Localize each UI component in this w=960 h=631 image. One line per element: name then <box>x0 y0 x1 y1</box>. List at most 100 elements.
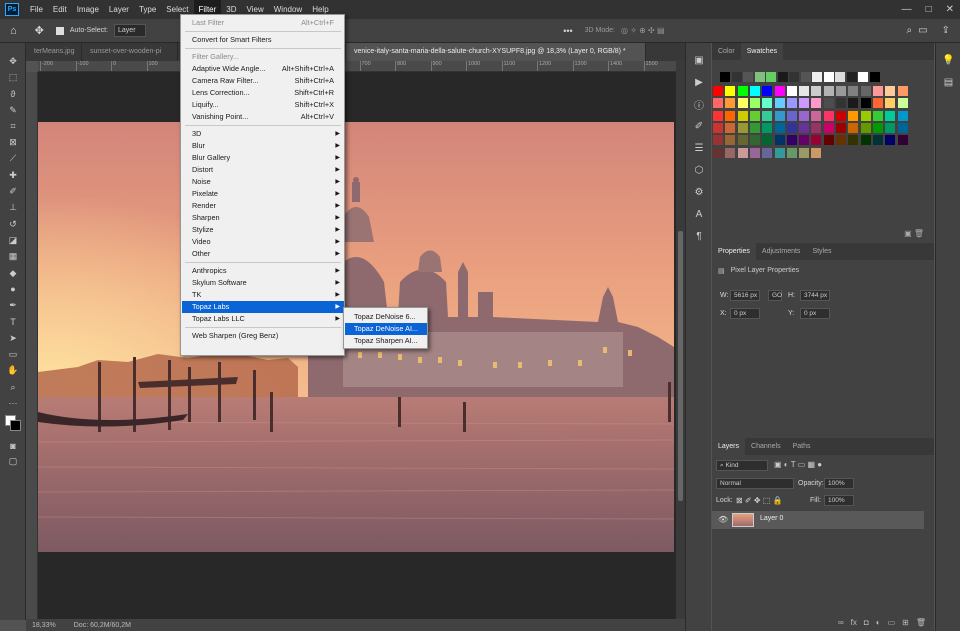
menu-edit[interactable]: Edit <box>48 0 72 19</box>
background-color-swatch[interactable] <box>10 419 21 431</box>
visibility-eye-icon[interactable]: 👁 <box>718 515 728 524</box>
recent-swatch[interactable] <box>731 72 742 82</box>
swatch[interactable] <box>823 135 834 146</box>
blur-tool-icon[interactable]: ◆ <box>0 265 26 281</box>
brush-tool-icon[interactable]: ✐ <box>0 183 26 199</box>
menu-item-sharpen[interactable]: Sharpen ▶ <box>182 212 344 224</box>
menu-item-web-sharpen-greg-benz[interactable]: Web Sharpen (Greg Benz) <box>182 330 344 342</box>
menu-file[interactable]: File <box>25 0 48 19</box>
swatch[interactable] <box>823 86 834 96</box>
menu-item-blur-gallery[interactable]: Blur Gallery ▶ <box>182 152 344 164</box>
history-brush-tool-icon[interactable]: ↺ <box>0 216 26 232</box>
tab-adjustments[interactable]: Adjustments <box>756 243 807 260</box>
swatch[interactable] <box>860 86 871 96</box>
recent-swatch[interactable] <box>846 72 857 82</box>
swatch[interactable] <box>885 98 896 109</box>
link-layers-icon[interactable]: ∞ <box>838 618 844 627</box>
eraser-tool-icon[interactable]: ◪ <box>0 232 26 248</box>
height-field[interactable]: 3744 px <box>800 290 830 301</box>
opacity-field[interactable]: 100% <box>824 478 854 489</box>
swatch[interactable] <box>860 110 871 121</box>
swatch[interactable] <box>713 98 723 109</box>
tab-sunset[interactable]: sunset-over-wooden-pi <box>82 43 178 61</box>
recent-swatch[interactable] <box>720 72 730 82</box>
minimize-button[interactable]: — <box>902 4 912 15</box>
swatch[interactable] <box>885 110 896 121</box>
menu-item-video[interactable]: Video ▶ <box>182 236 344 248</box>
swatch[interactable] <box>836 122 846 133</box>
quick-select-tool-icon[interactable]: ✎ <box>0 102 26 118</box>
3d-icon[interactable]: ⬡ <box>686 159 712 181</box>
menu-item-topaz-denoise-ai[interactable]: Topaz DeNoise AI... <box>345 323 427 335</box>
menu-item-lens-correction[interactable]: Lens Correction... Shift+Ctrl+R <box>182 87 344 99</box>
canvas-vertical-scrollbar[interactable] <box>676 61 685 619</box>
menu-image[interactable]: Image <box>72 0 104 19</box>
swatch[interactable] <box>860 122 871 133</box>
recent-swatch[interactable] <box>754 72 765 82</box>
swatch[interactable] <box>799 135 810 146</box>
swatch[interactable] <box>811 98 822 109</box>
character-icon[interactable]: A <box>686 203 712 225</box>
tab-layers[interactable]: Layers <box>712 438 746 455</box>
swatch[interactable] <box>762 135 773 146</box>
swatch[interactable] <box>786 98 797 109</box>
close-button[interactable]: ✕ <box>946 4 954 15</box>
swatch[interactable] <box>749 86 760 96</box>
home-icon[interactable]: ⌂ <box>10 25 17 37</box>
kind-filter-dropdown[interactable]: ⌕ Kind <box>716 460 768 471</box>
tab-paths[interactable]: Paths <box>787 438 817 455</box>
swatch[interactable] <box>713 147 723 158</box>
tab-properties[interactable]: Properties <box>712 243 756 260</box>
search-icon[interactable]: ⌕ <box>907 25 913 36</box>
swatch[interactable] <box>786 86 797 96</box>
hand-tool-icon[interactable]: ✋ <box>0 363 26 379</box>
orbit-3d-icon[interactable]: ◎ ✧ ⊕ ✣ ▤ <box>621 26 665 35</box>
zoom-tool-icon[interactable]: ⌕ <box>0 379 26 395</box>
swatch[interactable] <box>774 135 785 146</box>
group-icon[interactable]: ▭ <box>888 618 896 627</box>
swatch[interactable] <box>762 98 773 109</box>
swatch[interactable] <box>872 98 883 109</box>
tab-venice[interactable]: venice-italy-santa-maria-della-salute-ch… <box>346 43 646 61</box>
recent-swatch[interactable] <box>789 72 799 82</box>
swatch[interactable] <box>897 122 908 133</box>
swatch[interactable] <box>713 86 723 96</box>
recent-swatch[interactable] <box>835 72 845 82</box>
menu-item-pixelate[interactable]: Pixelate ▶ <box>182 188 344 200</box>
tab-styles[interactable]: Styles <box>806 243 837 260</box>
menu-item-tk[interactable]: TK ▶ <box>182 289 344 301</box>
dodge-tool-icon[interactable]: ● <box>0 281 26 297</box>
swatch[interactable] <box>713 122 723 133</box>
shape-tool-icon[interactable]: ▭ <box>0 346 26 362</box>
swatch[interactable] <box>811 110 822 121</box>
menu-item-other[interactable]: Other ▶ <box>182 248 344 260</box>
swatch[interactable] <box>811 122 822 133</box>
menu-item-liquify[interactable]: Liquify... Shift+Ctrl+X <box>182 99 344 111</box>
swatch[interactable] <box>836 86 846 96</box>
x-field[interactable]: 0 px <box>730 308 760 319</box>
swatch[interactable] <box>713 110 723 121</box>
screen-mode-icon[interactable]: ▢ <box>0 454 26 470</box>
recent-swatch[interactable] <box>743 72 753 82</box>
swatch[interactable] <box>737 86 748 96</box>
stamp-tool-icon[interactable]: ⊥ <box>0 200 26 216</box>
swatch[interactable] <box>885 86 896 96</box>
eyedropper-tool-icon[interactable]: ⟋ <box>0 151 26 167</box>
adjustments-icon[interactable]: ☰ <box>686 137 712 159</box>
recent-swatch[interactable] <box>858 72 868 82</box>
swatch[interactable] <box>786 110 797 121</box>
gradient-tool-icon[interactable]: ▦ <box>0 249 26 265</box>
color-swatches[interactable] <box>0 412 25 438</box>
swatch[interactable] <box>823 110 834 121</box>
menu-item-stylize[interactable]: Stylize ▶ <box>182 224 344 236</box>
swatch[interactable] <box>749 135 760 146</box>
recent-swatch[interactable] <box>766 72 776 82</box>
swatch[interactable] <box>872 135 883 146</box>
swatch[interactable] <box>725 135 736 146</box>
link-dimensions-icon[interactable]: GO <box>768 290 782 301</box>
menu-item-vanishing-point[interactable]: Vanishing Point... Alt+Ctrl+V <box>182 111 344 123</box>
recent-swatch[interactable] <box>777 72 788 82</box>
swatch[interactable] <box>799 147 810 158</box>
swatch[interactable] <box>872 110 883 121</box>
swatch[interactable] <box>872 86 883 96</box>
